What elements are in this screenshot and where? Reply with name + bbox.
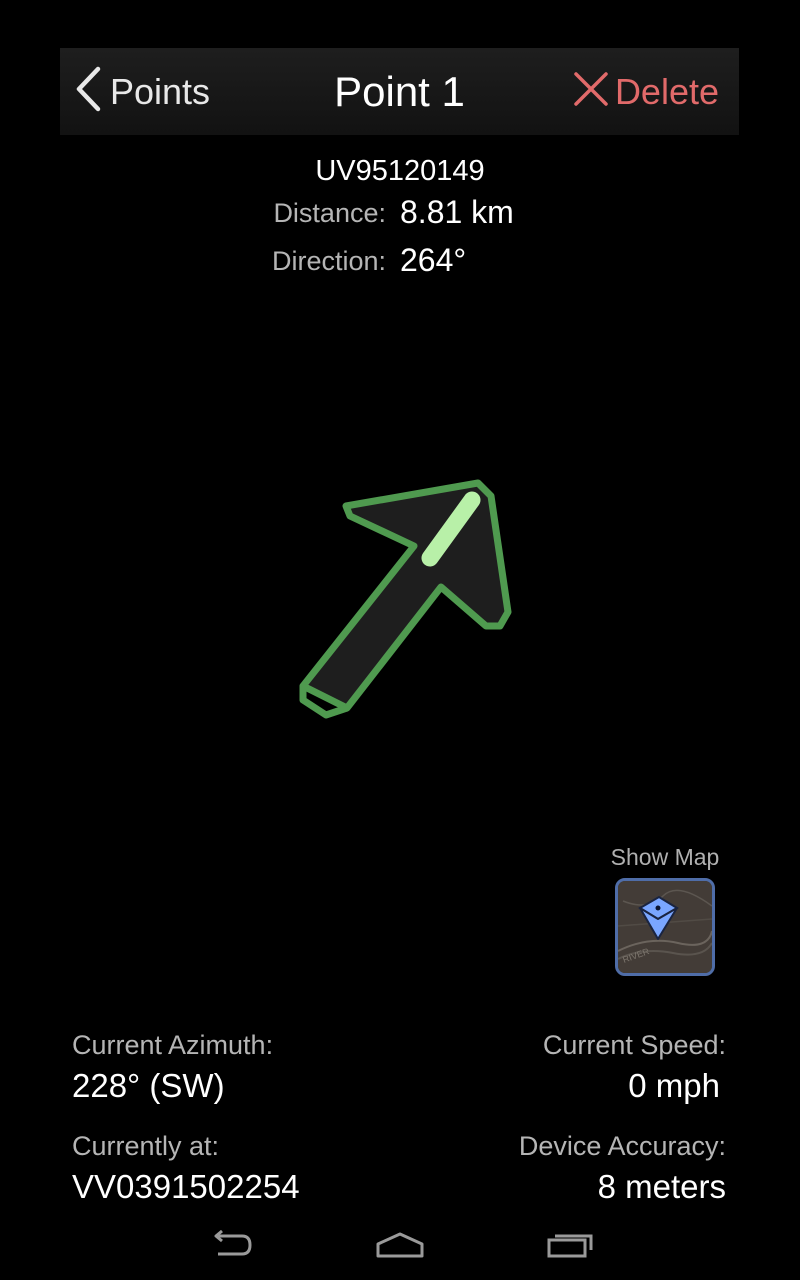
location-value: VV0391502254 — [72, 1168, 300, 1205]
close-icon — [573, 71, 609, 112]
chevron-left-icon — [74, 66, 102, 117]
location-stat: Currently at: VV0391502254 — [72, 1131, 300, 1206]
delete-label: Delete — [614, 70, 719, 112]
speed-label: Current Speed: — [542, 1030, 726, 1060]
location-label: Currently at: — [72, 1131, 220, 1161]
map-thumbnail-icon: RIVER — [618, 881, 712, 973]
back-to-points-button[interactable]: Points — [74, 48, 210, 135]
distance-value: 8.81 km — [400, 194, 514, 230]
distance-label: Distance: — [273, 198, 386, 228]
show-map-label: Show Map — [610, 844, 720, 870]
distance-row: Distance: 8.81 km — [0, 192, 800, 232]
azimuth-stat: Current Azimuth: 228° (SW) — [72, 1030, 273, 1105]
back-icon — [214, 1230, 252, 1256]
accuracy-value: 8 meters — [597, 1168, 726, 1205]
accuracy-label: Device Accuracy: — [518, 1131, 726, 1161]
direction-label: Direction: — [271, 246, 386, 276]
recents-icon — [547, 1234, 593, 1258]
target-info: UV95120149 — [0, 150, 800, 188]
home-icon — [376, 1232, 424, 1258]
speed-value: 0 mph — [628, 1067, 720, 1104]
delete-button[interactable]: Delete — [573, 48, 719, 135]
speed-stat: Current Speed: 0 mph — [543, 1030, 726, 1105]
nav-recents-button[interactable] — [540, 1220, 600, 1270]
screen: Points Point 1 Delete UV95120149 Distanc… — [0, 0, 800, 1280]
accuracy-stat: Device Accuracy: 8 meters — [519, 1131, 726, 1206]
action-bar: Points Point 1 Delete — [60, 48, 739, 135]
system-navbar — [0, 1210, 800, 1280]
nav-home-button[interactable] — [370, 1220, 430, 1270]
back-label: Points — [110, 70, 211, 112]
show-map-button[interactable]: RIVER — [615, 878, 715, 976]
direction-row: Direction: 264° — [0, 240, 800, 280]
direction-value: 264° — [400, 242, 467, 278]
target-grid-reference: UV95120149 — [315, 155, 485, 187]
azimuth-label: Current Azimuth: — [72, 1030, 274, 1060]
direction-arrow-icon — [250, 440, 550, 760]
nav-back-button[interactable] — [200, 1220, 260, 1270]
azimuth-value: 228° (SW) — [72, 1067, 225, 1104]
